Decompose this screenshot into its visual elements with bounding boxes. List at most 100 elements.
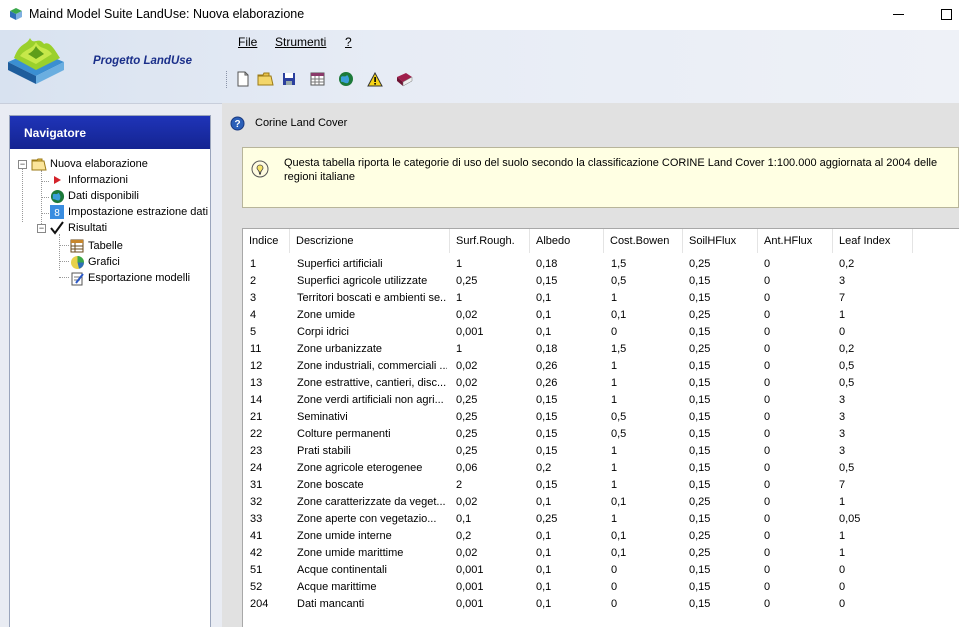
book-icon bbox=[396, 72, 412, 86]
table-cell: 4 bbox=[250, 309, 257, 321]
table-cell: 0,25 bbox=[689, 309, 711, 321]
book-button[interactable] bbox=[395, 70, 413, 88]
table-cell: 0 bbox=[764, 581, 771, 593]
tree-item-informazioni[interactable]: Informazioni bbox=[49, 172, 128, 188]
table-cell: 0 bbox=[611, 581, 618, 593]
tree-collapse-toggle[interactable]: − bbox=[18, 160, 27, 169]
table-row[interactable]: 22 Colture permanenti 0,25 0,15 0,5 0,15 0 3 bbox=[243, 426, 959, 443]
help-icon[interactable]: ? bbox=[230, 116, 245, 131]
table-cell: 0,15 bbox=[689, 598, 711, 610]
table-row[interactable]: 1 Superfici artificiali 1 0,18 1,5 0,25 0 0,2 bbox=[243, 256, 959, 273]
table-cell: 1 bbox=[611, 479, 618, 491]
table-row[interactable]: 23 Prati stabili 0,25 0,15 1 0,15 0 3 bbox=[243, 443, 959, 460]
tree-item-esportazione[interactable]: Esportazione modelli bbox=[69, 270, 190, 286]
column-header[interactable]: Descrizione bbox=[290, 229, 450, 253]
section-title: Corine Land Cover bbox=[255, 117, 348, 129]
column-header[interactable]: Surf.Rough. bbox=[450, 229, 530, 253]
table-cell: 0,1 bbox=[536, 496, 552, 508]
table-cell: 3 bbox=[839, 445, 846, 457]
table-cell: 52 bbox=[250, 581, 263, 593]
table-cell: 0,5 bbox=[611, 275, 627, 287]
table-row[interactable]: 21 Seminativi 0,25 0,15 0,5 0,15 0 3 bbox=[243, 409, 959, 426]
tree-guide bbox=[59, 245, 69, 246]
table-cell: Zone urbanizzate bbox=[297, 343, 382, 355]
table-header: Indice Descrizione Surf.Rough. Albedo Cost.B… bbox=[243, 229, 959, 253]
menu-help[interactable]: ? bbox=[345, 35, 352, 49]
table-row[interactable]: 14 Zone verdi artificiali non agri... 0,25… bbox=[243, 392, 959, 409]
tree-item-tabelle[interactable]: Tabelle bbox=[69, 238, 123, 254]
table-cell: 0,1 bbox=[536, 547, 552, 559]
tree-label: Informazioni bbox=[68, 174, 128, 186]
tree-collapse-toggle[interactable]: − bbox=[37, 224, 46, 233]
calendar-grid-button[interactable] bbox=[308, 70, 326, 88]
table-row[interactable]: 51 Acque continentali 0,001 0,1 0 0,15 0 0 bbox=[243, 562, 959, 579]
tree-label: Dati disponibili bbox=[68, 190, 139, 202]
tree-item-grafici[interactable]: Grafici bbox=[69, 254, 120, 270]
save-button[interactable] bbox=[280, 70, 298, 88]
table-row[interactable]: 204 Dati mancanti 0,001 0,1 0 0,15 0 0 bbox=[243, 596, 959, 613]
table-cell: 0 bbox=[764, 598, 771, 610]
globe-button[interactable] bbox=[337, 70, 355, 88]
table-icon bbox=[70, 239, 84, 253]
table-cell: 0 bbox=[839, 326, 846, 338]
table-row[interactable]: 12 Zone industriali, commerciali ... 0,02 0… bbox=[243, 358, 959, 375]
table-cell: 0 bbox=[764, 292, 771, 304]
table-row[interactable]: 52 Acque marittime 0,001 0,1 0 0,15 0 0 bbox=[243, 579, 959, 596]
column-header[interactable]: Leaf Index bbox=[833, 229, 913, 253]
table-row[interactable]: 42 Zone umide marittime 0,02 0,1 0,1 0,25 0 1 bbox=[243, 545, 959, 562]
globe-icon bbox=[50, 189, 64, 203]
new-document-button[interactable] bbox=[234, 70, 252, 88]
column-header[interactable]: Ant.HFlux bbox=[758, 229, 833, 253]
table-row[interactable]: 3 Territori boscati e ambienti se... 1 0,1 1… bbox=[243, 290, 959, 307]
table-cell: 0,15 bbox=[689, 462, 711, 474]
column-header[interactable]: SoilHFlux bbox=[683, 229, 758, 253]
table-row[interactable]: 24 Zone agricole eterogenee 0,06 0,2 1 0,15 0 0… bbox=[243, 460, 959, 477]
table-cell: 0 bbox=[611, 598, 618, 610]
table-cell: 0 bbox=[839, 598, 846, 610]
column-header[interactable]: Albedo bbox=[530, 229, 604, 253]
warning-button[interactable] bbox=[366, 70, 384, 88]
table-cell: Zone verdi artificiali non agri... bbox=[297, 394, 444, 406]
table-row[interactable]: 41 Zone umide interne 0,2 0,1 0,1 0,25 0 1 bbox=[243, 528, 959, 545]
table-cell: 41 bbox=[250, 530, 263, 542]
minimize-button[interactable] bbox=[876, 0, 921, 30]
info-box: Questa tabella riporta le categorie di u… bbox=[242, 147, 959, 208]
tree-item-nuova-elaborazione[interactable]: Nuova elaborazione bbox=[31, 156, 148, 172]
table-cell: 0,15 bbox=[536, 275, 558, 287]
tree-item-risultati[interactable]: Risultati bbox=[49, 220, 107, 236]
tree-item-impostazione[interactable]: 8 Impostazione estrazione dati bbox=[49, 204, 208, 220]
table-cell: 0 bbox=[764, 275, 771, 287]
svg-text:8: 8 bbox=[54, 208, 60, 219]
landuse-logo-icon bbox=[8, 38, 64, 84]
section-header: ? Corine Land Cover bbox=[230, 114, 347, 132]
table-row[interactable]: 11 Zone urbanizzate 1 0,18 1,5 0,25 0 0,2 bbox=[243, 341, 959, 358]
column-header[interactable]: Cost.Bowen bbox=[604, 229, 683, 253]
table-row[interactable]: 5 Corpi idrici 0,001 0,1 0 0,15 0 0 bbox=[243, 324, 959, 341]
table-cell: 0,2 bbox=[839, 343, 855, 355]
table-row[interactable]: 4 Zone umide 0,02 0,1 0,1 0,25 0 1 bbox=[243, 307, 959, 324]
tree-label: Impostazione estrazione dati bbox=[68, 206, 209, 218]
table-row[interactable]: 2 Superfici agricole utilizzate 0,25 0,15 0,… bbox=[243, 273, 959, 290]
table-cell: 32 bbox=[250, 496, 263, 508]
table-cell: 1 bbox=[839, 496, 846, 508]
table-cell: 1,5 bbox=[611, 343, 627, 355]
table-row[interactable]: 33 Zone aperte con vegetazio... 0,1 0,25 1 0,… bbox=[243, 511, 959, 528]
menu-file[interactable]: File bbox=[238, 35, 257, 49]
column-header[interactable]: Indice bbox=[243, 229, 290, 253]
table-row[interactable]: 31 Zone boscate 2 0,15 1 0,15 0 7 bbox=[243, 477, 959, 494]
table-row[interactable]: 32 Zone caratterizzate da veget... 0,02 0,1… bbox=[243, 494, 959, 511]
table-row[interactable]: 13 Zone estrattive, cantieri, disc... 0,02… bbox=[243, 375, 959, 392]
table-cell: 0,25 bbox=[689, 530, 711, 542]
table-cell: Seminativi bbox=[297, 411, 348, 423]
landcover-table: Indice Descrizione Surf.Rough. Albedo Cost.B… bbox=[242, 228, 959, 627]
table-cell: 22 bbox=[250, 428, 263, 440]
table-cell: 0,25 bbox=[456, 428, 478, 440]
table-cell: 0,25 bbox=[689, 258, 711, 270]
tree-label: Grafici bbox=[88, 256, 120, 268]
table-cell: 0,25 bbox=[456, 275, 478, 287]
table-cell: 0,15 bbox=[536, 394, 558, 406]
table-cell: 1 bbox=[456, 258, 463, 270]
menu-strumenti[interactable]: Strumenti bbox=[275, 35, 326, 49]
open-folder-button[interactable] bbox=[256, 70, 274, 88]
tree-item-dati-disponibili[interactable]: Dati disponibili bbox=[49, 188, 139, 204]
